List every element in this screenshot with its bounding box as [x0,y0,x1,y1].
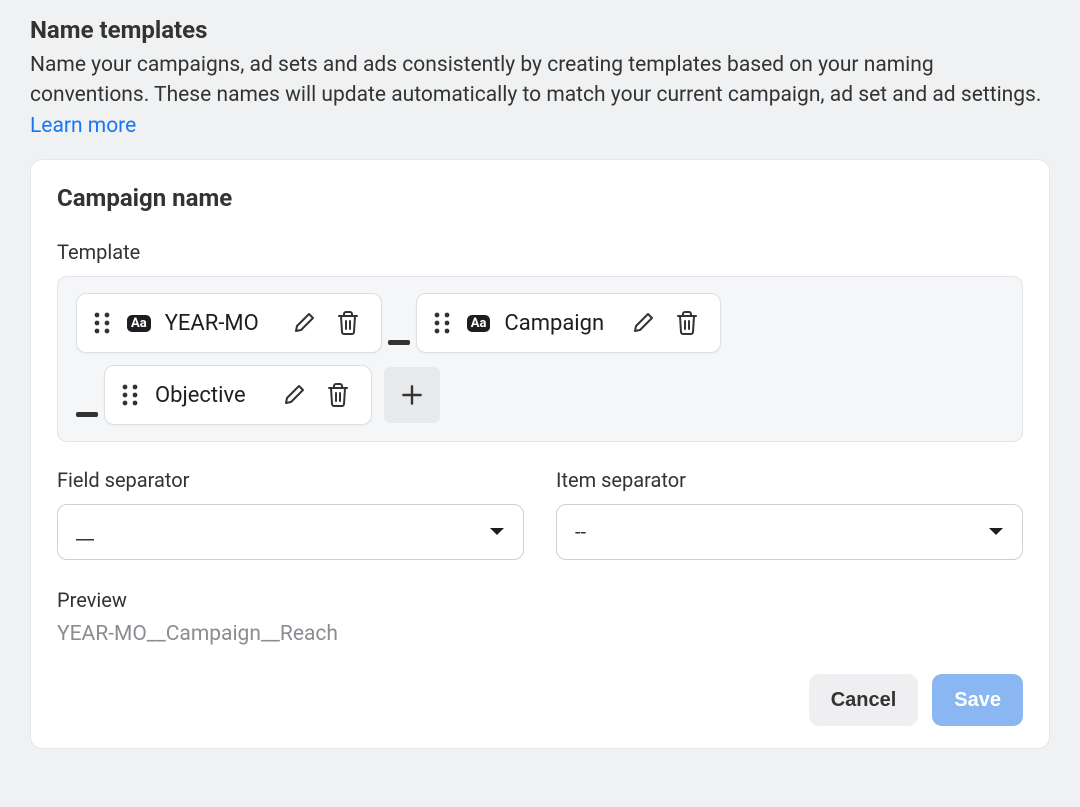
pill-label: Objective [155,383,265,408]
field-separator-select[interactable]: __ [57,504,524,560]
trash-icon[interactable] [323,380,353,410]
aa-icon: Aa [127,315,151,332]
add-field-button[interactable] [384,367,440,423]
drag-handle-icon[interactable] [91,308,113,338]
caret-down-icon [489,527,505,537]
page-description: Name your campaigns, ad sets and ads con… [30,50,1050,141]
card-title: Campaign name [57,184,1023,212]
description-text: Name your campaigns, ad sets and ads con… [30,53,1041,107]
edit-icon[interactable] [279,380,309,410]
edit-icon[interactable] [628,308,658,338]
caret-down-icon [988,527,1004,537]
template-pill-campaign[interactable]: Aa Campaign [416,293,722,353]
template-label: Template [57,240,1023,264]
page-title: Name templates [30,16,1050,44]
campaign-name-card: Campaign name Template Aa YEAR-MO [30,159,1050,749]
learn-more-link[interactable]: Learn more [30,114,136,138]
item-separator-value: -- [575,520,586,544]
separator-indicator [76,412,98,417]
aa-icon: Aa [467,315,491,332]
drag-handle-icon[interactable] [119,380,141,410]
item-separator-label: Item separator [556,468,1023,492]
cancel-button[interactable]: Cancel [809,674,919,726]
drag-handle-icon[interactable] [431,308,453,338]
pill-label: Campaign [504,311,614,336]
separator-indicator [388,340,410,345]
item-separator-select[interactable]: -- [556,504,1023,560]
preview-label: Preview [57,588,1023,612]
template-canvas: Aa YEAR-MO Aa Campaign [57,276,1023,442]
preview-value: YEAR-MO__Campaign__Reach [57,622,1023,646]
trash-icon[interactable] [672,308,702,338]
edit-icon[interactable] [289,308,319,338]
template-pill-year-mo[interactable]: Aa YEAR-MO [76,293,382,353]
field-separator-value: __ [76,520,94,544]
field-separator-label: Field separator [57,468,524,492]
trash-icon[interactable] [333,308,363,338]
pill-label: YEAR-MO [165,311,275,336]
template-pill-objective[interactable]: Objective [104,365,372,425]
save-button[interactable]: Save [932,674,1023,726]
